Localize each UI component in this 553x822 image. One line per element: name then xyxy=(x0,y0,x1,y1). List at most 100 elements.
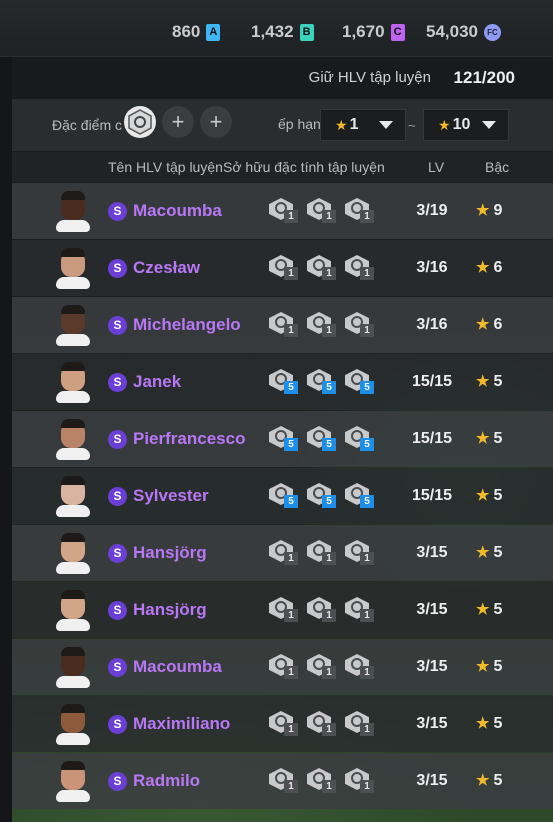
training-trait-icon: 1 xyxy=(269,253,298,281)
coach-row[interactable]: S Maximiliano 1 1 1 3/15 ★ 5 xyxy=(12,696,553,752)
coach-row[interactable]: S Michelangelo 1 1 1 3/16 ★ 6 xyxy=(12,297,553,353)
add-trait-filter-button-2[interactable]: + xyxy=(200,106,232,138)
trait-level-badge: 1 xyxy=(360,267,374,280)
training-trait-icon: 5 xyxy=(269,424,298,452)
special-coach-badge-icon: S xyxy=(108,430,127,449)
coach-name: Hansjörg xyxy=(133,543,207,562)
training-trait-icon: 1 xyxy=(307,652,336,680)
coach-row[interactable]: S Janek 5 5 5 15/15 ★ 5 xyxy=(12,354,553,410)
chevron-down-icon xyxy=(482,121,496,129)
add-trait-filter-button[interactable]: + xyxy=(162,106,194,138)
training-trait-icon: 1 xyxy=(307,196,336,224)
trait-level-badge: 1 xyxy=(360,609,374,622)
coach-name: Hansjörg xyxy=(133,600,207,619)
trait-level-badge: 1 xyxy=(360,552,374,565)
coach-level: 3/16 xyxy=(416,259,448,276)
training-trait-icon: 1 xyxy=(345,310,374,338)
training-trait-icon: 1 xyxy=(307,310,336,338)
coach-grade: ★ 5 xyxy=(476,600,502,619)
training-trait-icon: 1 xyxy=(345,595,374,623)
currency-b: 1,432 B xyxy=(251,22,314,42)
training-trait-icon: 1 xyxy=(269,310,298,338)
coach-traits: 1 1 1 xyxy=(269,196,374,224)
training-trait-icon: 1 xyxy=(307,595,336,623)
column-traits[interactable]: Sở hữu đặc tính tập luyện xyxy=(223,159,385,175)
coach-grade: ★ 5 xyxy=(476,486,502,505)
column-name[interactable]: Tên HLV tập luyện xyxy=(108,159,223,175)
training-trait-icon: 1 xyxy=(345,652,374,680)
coach-row[interactable]: S Czesław 1 1 1 3/16 ★ 6 xyxy=(12,240,553,296)
coach-grade: ★ 5 xyxy=(476,714,502,733)
trait-level-badge: 5 xyxy=(284,438,298,451)
coach-traits: 1 1 1 xyxy=(269,652,374,680)
currency-a-icon: A xyxy=(206,23,221,41)
trait-level-badge: 5 xyxy=(284,495,298,508)
coach-row[interactable]: S Hansjörg 1 1 1 3/15 ★ 5 xyxy=(12,525,553,581)
training-trait-icon: 1 xyxy=(269,766,298,794)
training-trait-icon: 1 xyxy=(345,538,374,566)
coach-row[interactable]: S Sylvester 5 5 5 15/15 ★ 5 xyxy=(12,468,553,524)
star-icon: ★ xyxy=(476,373,490,390)
trait-level-badge: 1 xyxy=(322,324,336,337)
coach-avatar xyxy=(56,190,90,232)
training-trait-icon: 5 xyxy=(307,481,336,509)
special-coach-badge-icon: S xyxy=(108,772,127,791)
special-coach-badge-icon: S xyxy=(108,544,127,563)
coach-level: 3/15 xyxy=(416,772,448,789)
coach-row[interactable]: S Pierfrancesco 5 5 5 15/15 ★ 5 xyxy=(12,411,553,467)
rank-min-select[interactable]: ★ 1 xyxy=(320,109,406,141)
trait-level-badge: 1 xyxy=(284,666,298,679)
currency-c: 1,670 C xyxy=(342,22,405,42)
coach-grade-value: 5 xyxy=(493,601,503,618)
coach-level: 3/15 xyxy=(416,658,448,675)
star-icon: ★ xyxy=(476,544,490,561)
coach-grade: ★ 5 xyxy=(476,771,502,790)
trait-level-badge: 1 xyxy=(322,609,336,622)
coach-name: Sylvester xyxy=(133,486,209,505)
coach-capacity-label: Giữ HLV tập luyện xyxy=(308,69,431,86)
coach-avatar xyxy=(56,703,90,745)
trait-filter-selected[interactable] xyxy=(124,106,156,138)
coach-grade: ★ 5 xyxy=(476,372,502,391)
training-trait-icon: 5 xyxy=(307,424,336,452)
star-icon: ★ xyxy=(476,601,490,618)
coach-traits: 5 5 5 xyxy=(269,481,374,509)
currency-c-value: 1,670 xyxy=(342,22,385,41)
coach-name: Czesław xyxy=(133,258,201,277)
trait-level-badge: 5 xyxy=(360,381,374,394)
special-coach-badge-icon: S xyxy=(108,487,127,506)
special-coach-badge-icon: S xyxy=(108,202,127,221)
coach-avatar xyxy=(56,475,90,517)
star-icon: ★ xyxy=(476,259,490,276)
column-grade[interactable]: Bậc xyxy=(485,159,509,175)
coach-traits: 1 1 1 xyxy=(269,709,374,737)
training-trait-icon: 5 xyxy=(345,481,374,509)
special-coach-badge-icon: S xyxy=(108,658,127,677)
coach-name: Macoumba xyxy=(133,657,222,676)
training-trait-icon: 1 xyxy=(345,709,374,737)
coach-grade: ★ 5 xyxy=(476,543,502,562)
trait-level-badge: 5 xyxy=(360,438,374,451)
training-trait-icon: 1 xyxy=(307,538,336,566)
coach-traits: 5 5 5 xyxy=(269,367,374,395)
trait-level-badge: 5 xyxy=(322,381,336,394)
coach-avatar xyxy=(56,361,90,403)
trait-level-badge: 1 xyxy=(322,267,336,280)
coach-row[interactable]: S Radmilo 1 1 1 3/15 ★ 5 xyxy=(12,753,553,809)
coach-name: Macoumba xyxy=(133,201,222,220)
coach-grade-value: 5 xyxy=(493,544,503,561)
training-trait-icon: 1 xyxy=(269,652,298,680)
rank-max-select[interactable]: ★ 10 xyxy=(423,109,509,141)
coach-row[interactable]: S Macoumba 1 1 1 3/19 ★ 9 xyxy=(12,183,553,239)
trait-level-badge: 1 xyxy=(360,324,374,337)
coach-level: 3/15 xyxy=(416,544,448,561)
trait-shield-icon xyxy=(128,109,152,135)
trait-level-badge: 1 xyxy=(360,780,374,793)
column-level[interactable]: LV xyxy=(428,159,444,175)
coach-grade: ★ 6 xyxy=(476,258,502,277)
training-trait-icon: 1 xyxy=(269,709,298,737)
special-coach-badge-icon: S xyxy=(108,601,127,620)
star-icon: ★ xyxy=(335,116,348,133)
coach-row[interactable]: S Hansjörg 1 1 1 3/15 ★ 5 xyxy=(12,582,553,638)
coach-row[interactable]: S Macoumba 1 1 1 3/15 ★ 5 xyxy=(12,639,553,695)
